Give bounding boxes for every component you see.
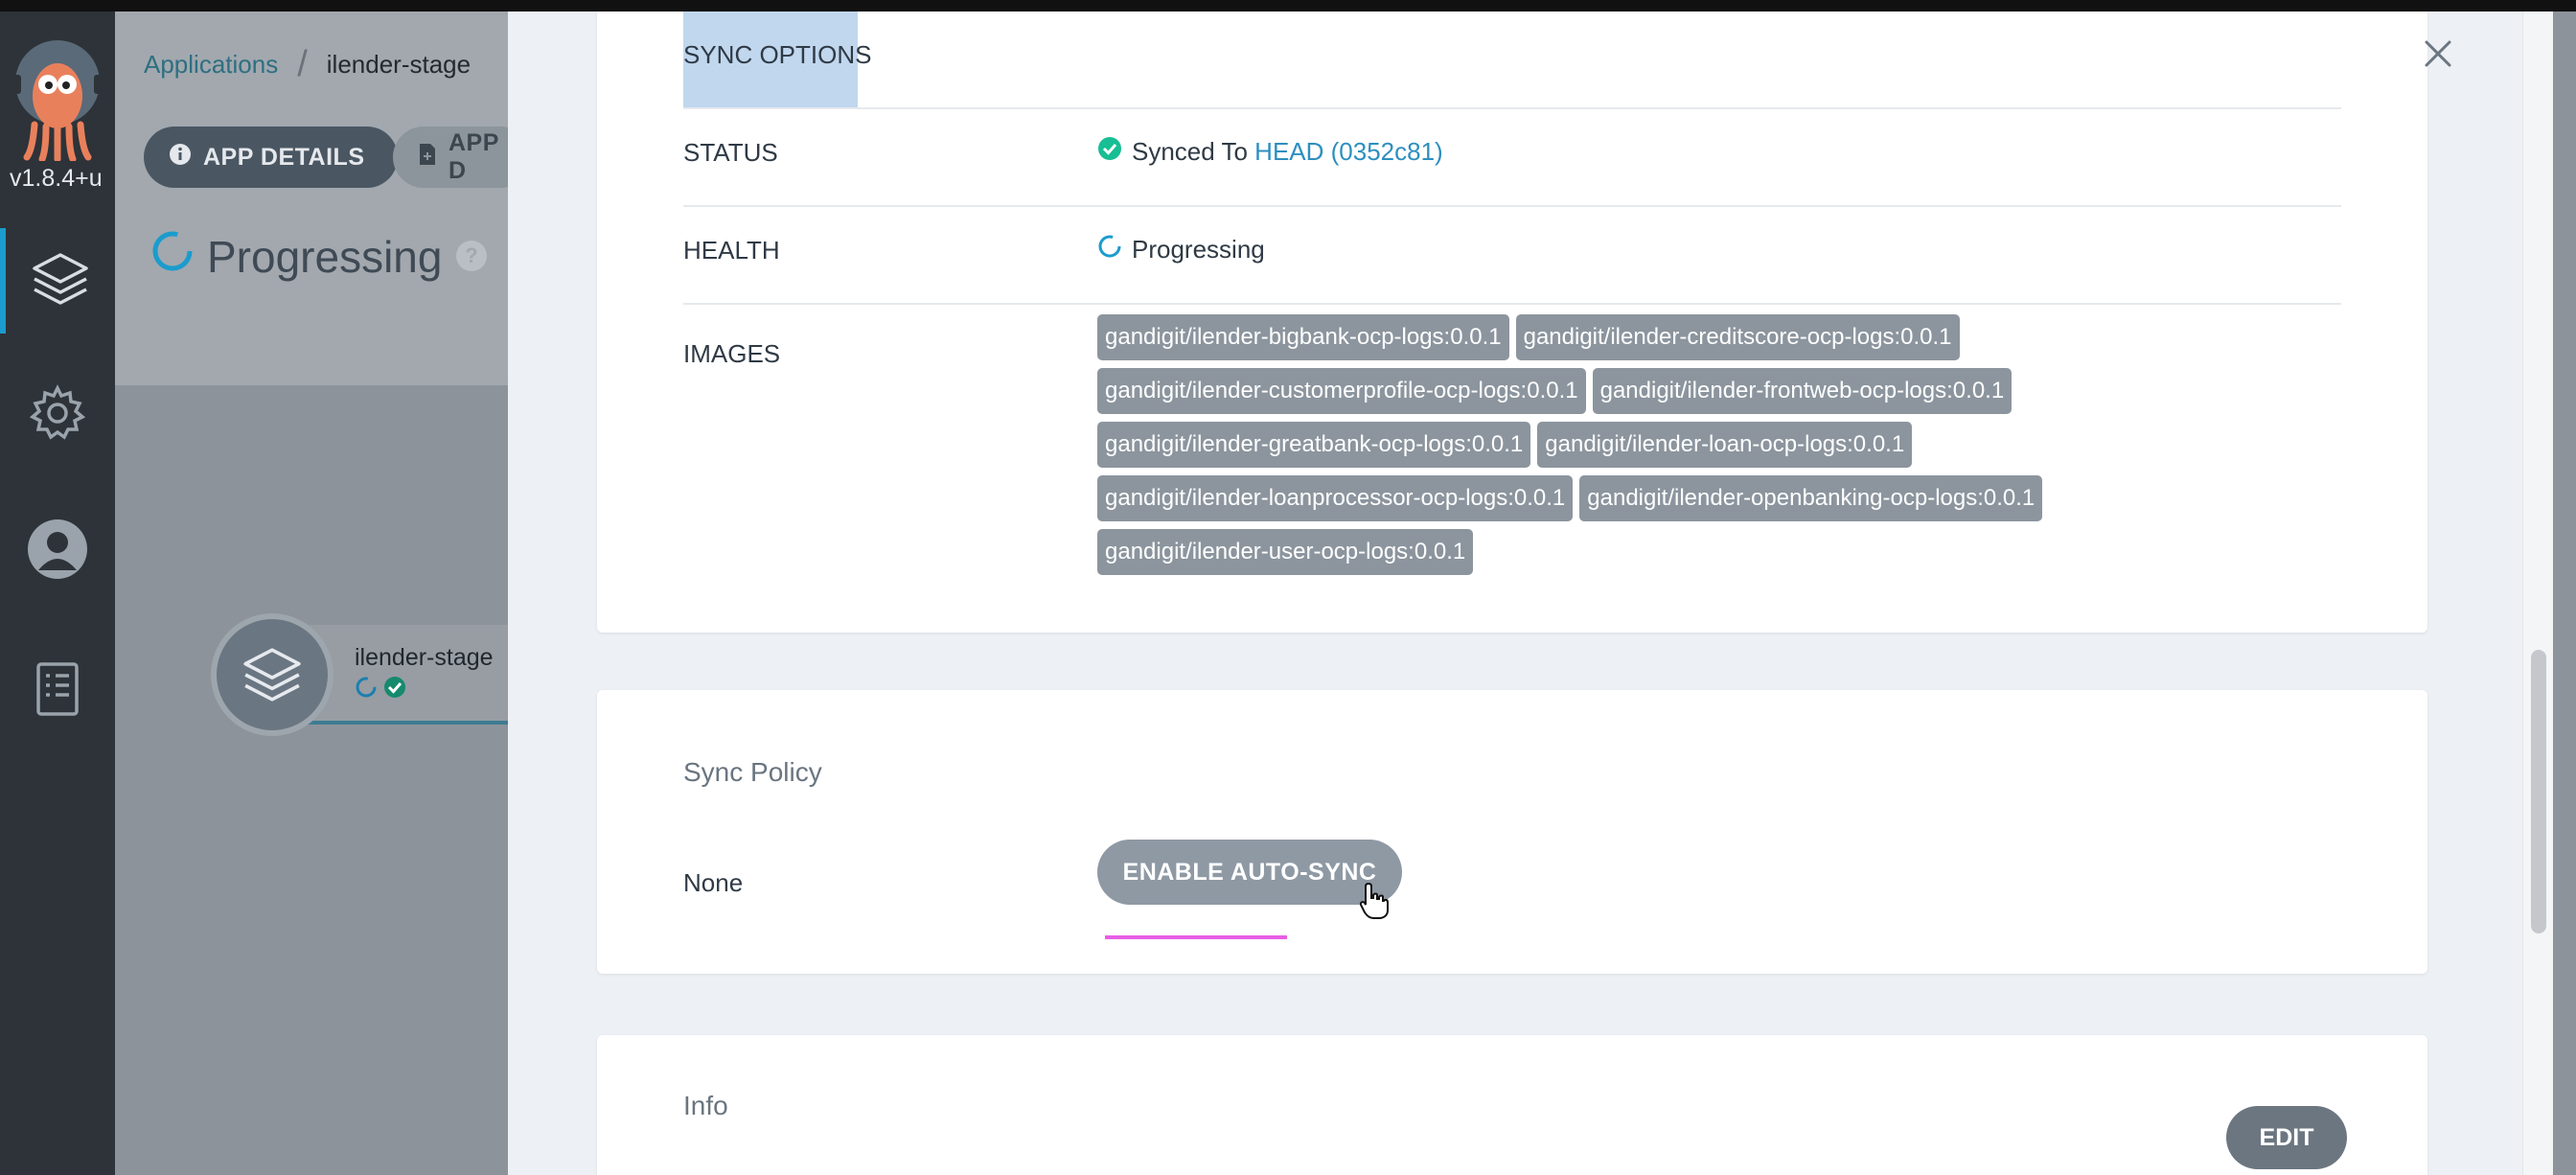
app-details-button[interactable]: APP DETAILS (144, 127, 398, 188)
hand-pointer-cursor-icon (1359, 882, 1389, 925)
summary-card: SYNC OPTIONS STATUS Synced To HEAD (0352… (597, 12, 2427, 633)
app-health-label: Progressing (207, 231, 443, 282)
sidebar-item-docs[interactable] (0, 638, 115, 744)
breadcrumb-current: ilender-stage (326, 50, 472, 79)
health-label: HEALTH (683, 236, 780, 265)
breadcrumb-applications-link[interactable]: Applications (144, 50, 278, 80)
panel-scrollbar[interactable] (2522, 12, 2553, 1175)
status-value: Synced To HEAD (0352c81) (1097, 136, 1443, 168)
info-card: Info EDIT (597, 1035, 2427, 1175)
sync-policy-value: None (683, 868, 744, 897)
sync-policy-title: Sync Policy (683, 757, 822, 787)
status-row: STATUS Synced To HEAD (0352c81) (683, 109, 2341, 207)
image-tag: gandigit/ilender-greatbank-ocp-logs:0.0.… (1097, 422, 1531, 468)
annotation-underline (1105, 935, 1287, 939)
image-tag: gandigit/ilender-creditscore-ocp-logs:0.… (1515, 314, 1960, 360)
close-icon[interactable] (2423, 38, 2453, 74)
scrollbar-thumb[interactable] (2531, 650, 2546, 933)
version-label: v1.8.4+u (10, 165, 103, 192)
node-synced-icon (383, 676, 406, 703)
image-tag: gandigit/ilender-loanprocessor-ocp-logs:… (1097, 475, 1574, 521)
enable-auto-sync-button[interactable]: ENABLE AUTO-SYNC (1097, 840, 1402, 905)
svg-text:?: ? (466, 243, 478, 267)
help-icon[interactable]: ? (455, 231, 488, 283)
image-tag: gandigit/ilender-frontweb-ocp-logs:0.0.1 (1592, 368, 2012, 414)
sync-options-label: SYNC OPTIONS (683, 40, 872, 69)
sync-options-row: SYNC OPTIONS (683, 12, 2341, 109)
sidebar-item-user[interactable] (0, 498, 115, 604)
gear-icon (29, 383, 86, 447)
images-list: gandigit/ilender-bigbank-ocp-logs:0.0.1 … (1097, 314, 2113, 575)
health-row: HEALTH Progressing (683, 207, 2341, 305)
image-tag: gandigit/ilender-openbanking-ocp-logs:0.… (1579, 475, 2043, 521)
info-icon (169, 143, 192, 173)
health-value: Progressing (1097, 234, 1265, 265)
file-icon (418, 143, 437, 173)
images-row: IMAGES gandigit/ilender-bigbank-ocp-logs… (683, 305, 2341, 592)
sidebar: v1.8.4+u (0, 12, 115, 1175)
application-header: Applications / ilender-stage APP DETAILS… (115, 12, 532, 385)
app-details-label: APP DETAILS (203, 143, 365, 171)
image-tag: gandigit/ilender-user-ocp-logs:0.0.1 (1097, 529, 1474, 575)
health-text: Progressing (1132, 235, 1265, 264)
status-label: STATUS (683, 138, 778, 167)
image-tag: gandigit/ilender-customerprofile-ocp-log… (1097, 368, 1586, 414)
image-tag: gandigit/ilender-loan-ocp-logs:0.0.1 (1537, 422, 1913, 468)
edit-button[interactable]: EDIT (2226, 1106, 2347, 1169)
synced-check-icon (1097, 136, 1122, 168)
user-icon (27, 518, 88, 585)
app-diff-label: APP D (448, 129, 499, 184)
sync-policy-card: Sync Policy None ENABLE AUTO-SYNC (597, 690, 2427, 974)
progressing-icon (1097, 234, 1122, 265)
app-tree-node[interactable]: ilender-stage (211, 613, 554, 736)
argo-logo-icon[interactable] (13, 36, 102, 163)
info-title: Info (683, 1091, 728, 1120)
status-text: Synced To (1132, 137, 1255, 166)
sidebar-item-applications[interactable] (0, 228, 115, 334)
app-details-panel: SYNC OPTIONS STATUS Synced To HEAD (0352… (508, 12, 2553, 1175)
revision-link[interactable]: HEAD (0352c81) (1254, 137, 1443, 166)
app-health-status: Progressing ? (151, 230, 488, 283)
images-label: IMAGES (683, 339, 781, 368)
image-tag: gandigit/ilender-bigbank-ocp-logs:0.0.1 (1097, 314, 1509, 360)
node-progressing-icon (355, 676, 378, 703)
sidebar-item-settings[interactable] (0, 362, 115, 468)
breadcrumb: Applications / ilender-stage (144, 44, 471, 85)
top-window-bar (0, 0, 2576, 12)
docs-icon (34, 660, 80, 723)
breadcrumb-separator: / (297, 44, 308, 84)
progressing-spinner-icon (151, 230, 194, 283)
node-layers-icon (211, 613, 334, 736)
layers-icon (31, 249, 90, 313)
